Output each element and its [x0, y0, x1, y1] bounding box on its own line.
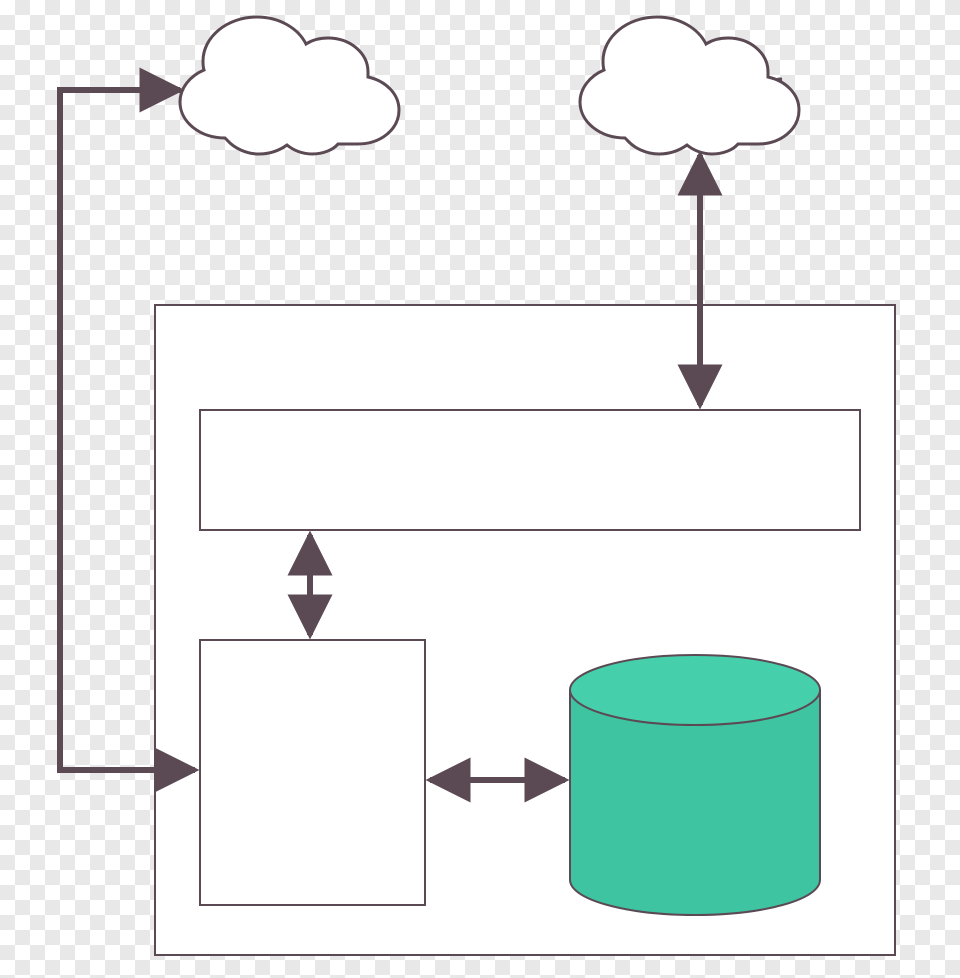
server-cloud	[180, 17, 399, 154]
database-cylinder	[570, 655, 820, 915]
browser-cloud	[580, 17, 799, 154]
architecture-diagram	[0, 0, 960, 978]
front-end-box	[200, 410, 860, 530]
back-end-box	[200, 640, 425, 905]
